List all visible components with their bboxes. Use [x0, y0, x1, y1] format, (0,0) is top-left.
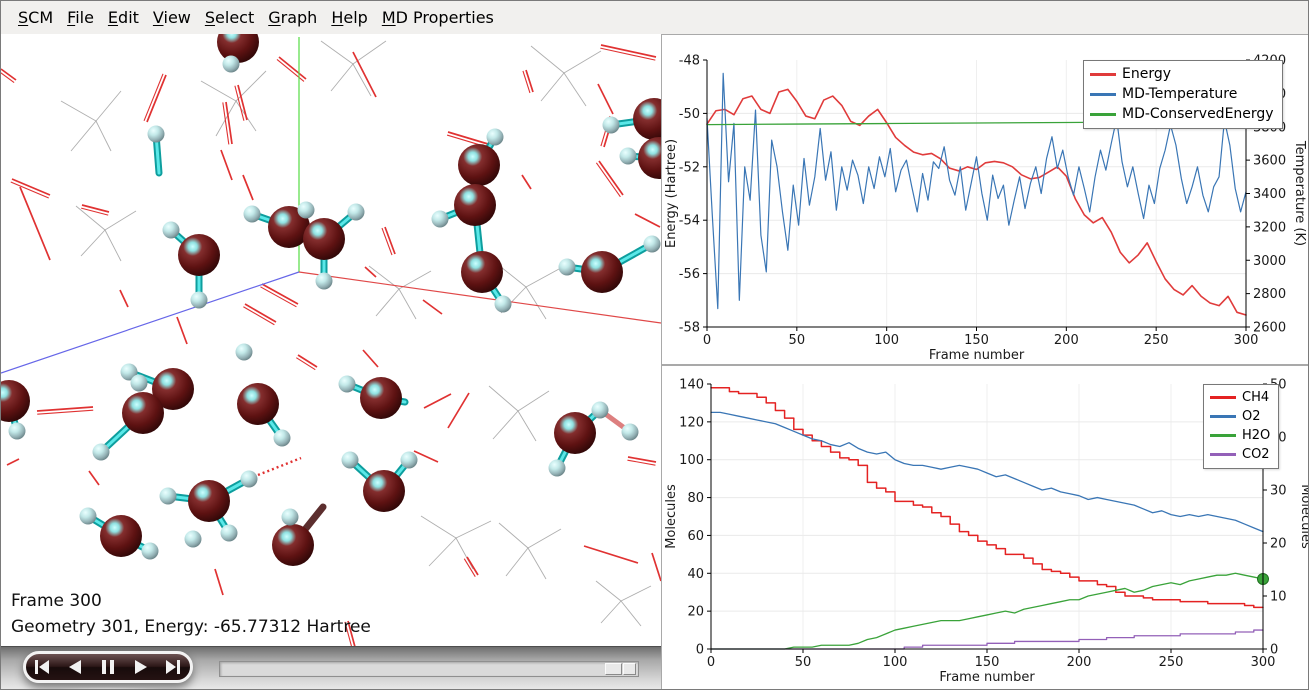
- svg-text:200: 200: [1067, 655, 1092, 670]
- player-bar: [1, 646, 661, 690]
- svg-text:140: 140: [679, 378, 704, 393]
- svg-text:3200: 3200: [1253, 220, 1286, 235]
- svg-text:Frame number: Frame number: [939, 670, 1035, 685]
- svg-text:10: 10: [1270, 590, 1287, 605]
- svg-text:2800: 2800: [1253, 287, 1286, 302]
- legend-item-ch4: CH4: [1210, 388, 1270, 407]
- svg-text:3600: 3600: [1253, 154, 1286, 169]
- geometry-energy-label: Geometry 301, Energy: -65.77312 Hartree: [11, 614, 371, 640]
- skip-to-end-button[interactable]: [162, 659, 186, 675]
- md-temperature-swatch: [1090, 93, 1116, 96]
- svg-text:60: 60: [687, 529, 704, 544]
- legend-label: MD-ConservedEnergy: [1122, 104, 1274, 124]
- h2o-swatch: [1210, 434, 1236, 437]
- svg-text:50: 50: [789, 333, 806, 348]
- svg-text:Energy (Hartree): Energy (Hartree): [664, 139, 679, 248]
- step-back-button[interactable]: [63, 659, 87, 675]
- svg-text:2600: 2600: [1253, 321, 1286, 336]
- svg-text:150: 150: [964, 333, 989, 348]
- svg-text:0: 0: [703, 333, 711, 348]
- legend-label: O2: [1242, 407, 1261, 426]
- legend-item-md-conservedenergy: MD-ConservedEnergy: [1090, 104, 1274, 124]
- svg-text:20: 20: [687, 605, 704, 620]
- menu-view[interactable]: View: [146, 8, 198, 27]
- play-icon: [135, 660, 147, 674]
- molecule-chart-legend: CH4 O2 H2O CO2: [1203, 384, 1279, 469]
- legend-label: H2O: [1242, 426, 1270, 445]
- svg-text:0: 0: [696, 643, 704, 658]
- legend-item-md-temperature: MD-Temperature: [1090, 84, 1274, 104]
- svg-text:-56: -56: [679, 267, 700, 282]
- frame-label: Frame 300: [11, 588, 371, 614]
- svg-text:40: 40: [687, 567, 704, 582]
- svg-text:80: 80: [687, 491, 704, 506]
- svg-text:-52: -52: [679, 160, 700, 175]
- o2-swatch: [1210, 415, 1236, 418]
- step-back-icon: [69, 660, 81, 674]
- svg-text:3000: 3000: [1253, 254, 1286, 269]
- legend-item-co2: CO2: [1210, 445, 1270, 464]
- menu-select[interactable]: Select: [198, 8, 261, 27]
- md-conservedenergy-swatch: [1090, 113, 1116, 116]
- svg-text:100: 100: [874, 333, 899, 348]
- energy-temperature-chart-panel: 050100150200250300-58-56-54-52-50-482600…: [661, 34, 1309, 365]
- energy-swatch: [1090, 73, 1116, 76]
- menu-file[interactable]: File: [60, 8, 101, 27]
- skip-to-end-icon: [166, 660, 181, 674]
- molecule-viewer-panel: Frame 300 Geometry 301, Energy: -65.7731…: [1, 34, 661, 646]
- legend-label: MD-Temperature: [1122, 84, 1237, 104]
- svg-text:0: 0: [707, 655, 715, 670]
- svg-text:-48: -48: [679, 54, 700, 69]
- menu-edit[interactable]: Edit: [101, 8, 146, 27]
- svg-text:-58: -58: [679, 321, 700, 336]
- menu-help[interactable]: Help: [324, 8, 374, 27]
- skip-to-start-icon: [35, 660, 50, 674]
- legend-label: CH4: [1242, 388, 1269, 407]
- svg-text:-54: -54: [679, 214, 700, 229]
- svg-text:120: 120: [679, 415, 704, 430]
- pause-button[interactable]: [96, 659, 120, 675]
- svg-text:Molecules: Molecules: [664, 484, 679, 549]
- svg-text:250: 250: [1159, 655, 1184, 670]
- frame-slider[interactable]: [219, 661, 639, 677]
- svg-text:20: 20: [1270, 537, 1287, 552]
- menu-bar: SCM File Edit View Select Graph Help MD …: [1, 1, 1308, 34]
- svg-text:-50: -50: [679, 107, 700, 122]
- menu-md-properties[interactable]: MD Properties: [375, 8, 501, 27]
- ch4-swatch: [1210, 396, 1236, 399]
- svg-text:0: 0: [1270, 643, 1278, 658]
- menu-scm[interactable]: SCM: [11, 8, 60, 27]
- legend-item-energy: Energy: [1090, 64, 1274, 84]
- frame-status: Frame 300 Geometry 301, Energy: -65.7731…: [11, 588, 371, 640]
- playback-controls: [23, 651, 193, 683]
- svg-text:200: 200: [1054, 333, 1079, 348]
- molecule-count-chart-panel: 0501001502002503000204060801001201400102…: [661, 365, 1309, 690]
- frame-slider-thumb[interactable]: [605, 663, 636, 675]
- svg-text:Frame number: Frame number: [929, 348, 1025, 363]
- play-button[interactable]: [129, 659, 153, 675]
- legend-label: Energy: [1122, 64, 1171, 84]
- app-window: SCM File Edit View Select Graph Help MD …: [0, 0, 1309, 690]
- svg-text:50: 50: [795, 655, 812, 670]
- molecule-viewport[interactable]: [1, 34, 661, 646]
- svg-text:250: 250: [1144, 333, 1169, 348]
- svg-text:150: 150: [975, 655, 1000, 670]
- svg-text:100: 100: [679, 453, 704, 468]
- co2-swatch: [1210, 453, 1236, 456]
- svg-text:30: 30: [1270, 484, 1287, 499]
- legend-item-o2: O2: [1210, 407, 1270, 426]
- legend-item-h2o: H2O: [1210, 426, 1270, 445]
- skip-to-start-button[interactable]: [30, 659, 54, 675]
- legend-label: CO2: [1242, 445, 1270, 464]
- svg-text:100: 100: [883, 655, 908, 670]
- menu-graph[interactable]: Graph: [261, 8, 324, 27]
- energy-chart-legend: Energy MD-Temperature MD-ConservedEnergy: [1083, 60, 1283, 129]
- svg-text:Molecules: Molecules: [1298, 484, 1309, 549]
- svg-text:3400: 3400: [1253, 187, 1286, 202]
- pause-icon: [102, 660, 114, 674]
- svg-text:Temperature (K): Temperature (K): [1292, 140, 1307, 246]
